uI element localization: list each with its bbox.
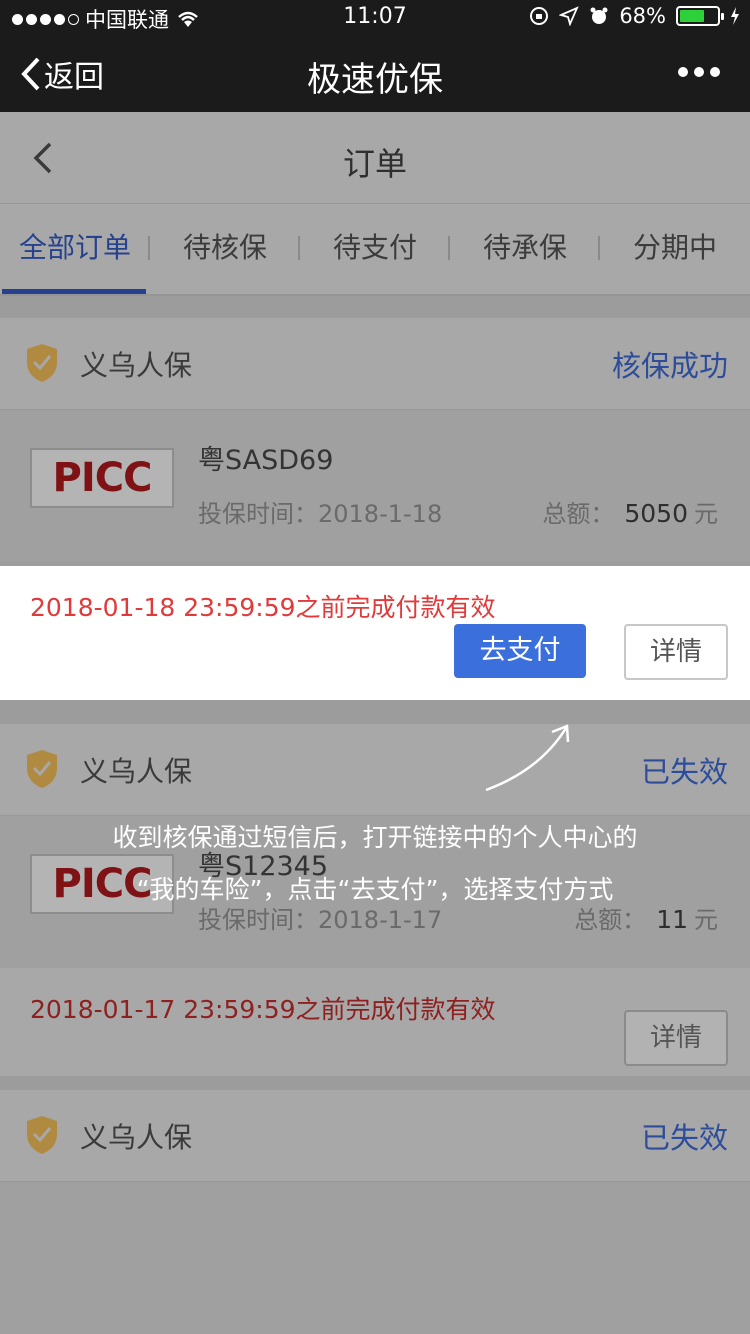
order-header: 义乌人保 核保成功 (0, 318, 750, 410)
shield-icon (27, 750, 57, 788)
lock-rotation-icon (530, 7, 549, 25)
page-title: 订单 (342, 145, 407, 183)
order-header: 义乌人保 已失效 (0, 724, 750, 816)
payment-deadline: 2018-01-17 23:59:59之前完成付款有效 (30, 995, 496, 1024)
currency: 元 (694, 500, 718, 528)
annotation-line-2: “我的车险”，点击“去支付”，选择支付方式 (136, 875, 614, 904)
tab-pending-underwriting[interactable]: 待承保 (450, 204, 600, 294)
annotation-line-1: 收到核保通过短信后，打开链接中的个人中心的 (112, 823, 638, 852)
insure-time: 投保时间：2018-1-18 (198, 494, 442, 529)
order-status: 核保成功 (611, 349, 728, 383)
plate-number: 粤SASD69 (198, 445, 334, 476)
battery-icon (676, 6, 724, 26)
tab-label: 待承保 (482, 231, 567, 264)
tab-all-orders[interactable]: 全部订单 (0, 204, 150, 294)
status-right: 68% (529, 4, 740, 28)
tab-label: 分期中 (632, 231, 717, 264)
shield-icon (27, 344, 57, 382)
pay-button[interactable]: 去支付 (454, 624, 586, 678)
tab-pending-payment[interactable]: 待支付 (300, 204, 450, 294)
order-total: 总额： 5050 元 (542, 494, 718, 529)
detail-button[interactable]: 详情 (624, 624, 728, 680)
more-options-button[interactable] (678, 67, 720, 77)
order-status: 已失效 (640, 755, 728, 789)
charging-icon (731, 7, 739, 25)
order-status: 已失效 (640, 1121, 728, 1155)
insure-time-label: 投保时间： (198, 500, 318, 528)
payment-deadline: 2018-01-18 23:59:59之前完成付款有效 (30, 593, 496, 622)
detail-button[interactable]: 详情 (624, 1010, 728, 1066)
location-icon (559, 6, 580, 26)
alarm-icon (590, 7, 608, 24)
order-footer: 2018-01-17 23:59:59之前完成付款有效 详情 (0, 968, 750, 1076)
order-body (0, 1182, 750, 1334)
order-body: PICC 粤SASD69 投保时间：2018-1-18 总额： 5050 元 (0, 410, 750, 562)
tab-installments[interactable]: 分期中 (600, 204, 750, 294)
annotation-arrow-icon (485, 724, 570, 792)
total-value: 5050 (624, 499, 688, 528)
page-header: 订单 (0, 112, 750, 204)
payment-strip: 2018-01-18 23:59:59之前完成付款有效 去支付 详情 (0, 566, 750, 700)
insure-time-value: 2018-1-18 (318, 500, 443, 528)
status-bar: 中国联通 11:07 68% (0, 0, 750, 34)
company-name: 义乌人保 (80, 755, 193, 788)
tab-label: 待核保 (182, 231, 267, 264)
annotation-text: 收到核保通过短信后，打开链接中的个人中心的 “我的车险”，点击“去支付”，选择支… (0, 812, 750, 916)
tab-pending-review[interactable]: 待核保 (150, 204, 300, 294)
order-card[interactable]: 义乌人保 已失效 (0, 1090, 750, 1334)
order-header: 义乌人保 已失效 (0, 1090, 750, 1182)
order-card[interactable]: 义乌人保 核保成功 PICC 粤SASD69 投保时间：2018-1-18 总额… (0, 318, 750, 562)
shield-icon (27, 1116, 57, 1154)
company-name: 义乌人保 (80, 1121, 193, 1154)
tab-label: 全部订单 (18, 231, 131, 264)
company-name: 义乌人保 (80, 349, 193, 382)
order-tabs: 全部订单 待核保 待支付 待承保 分期中 (0, 204, 750, 296)
battery-percent: 68% (619, 4, 666, 28)
total-label: 总额： (542, 500, 615, 528)
wechat-nav-bar: 返回 极速优保 (0, 34, 750, 112)
picc-logo: PICC (30, 448, 174, 508)
wechat-title: 极速优保 (307, 60, 443, 100)
tab-label: 待支付 (332, 231, 417, 264)
